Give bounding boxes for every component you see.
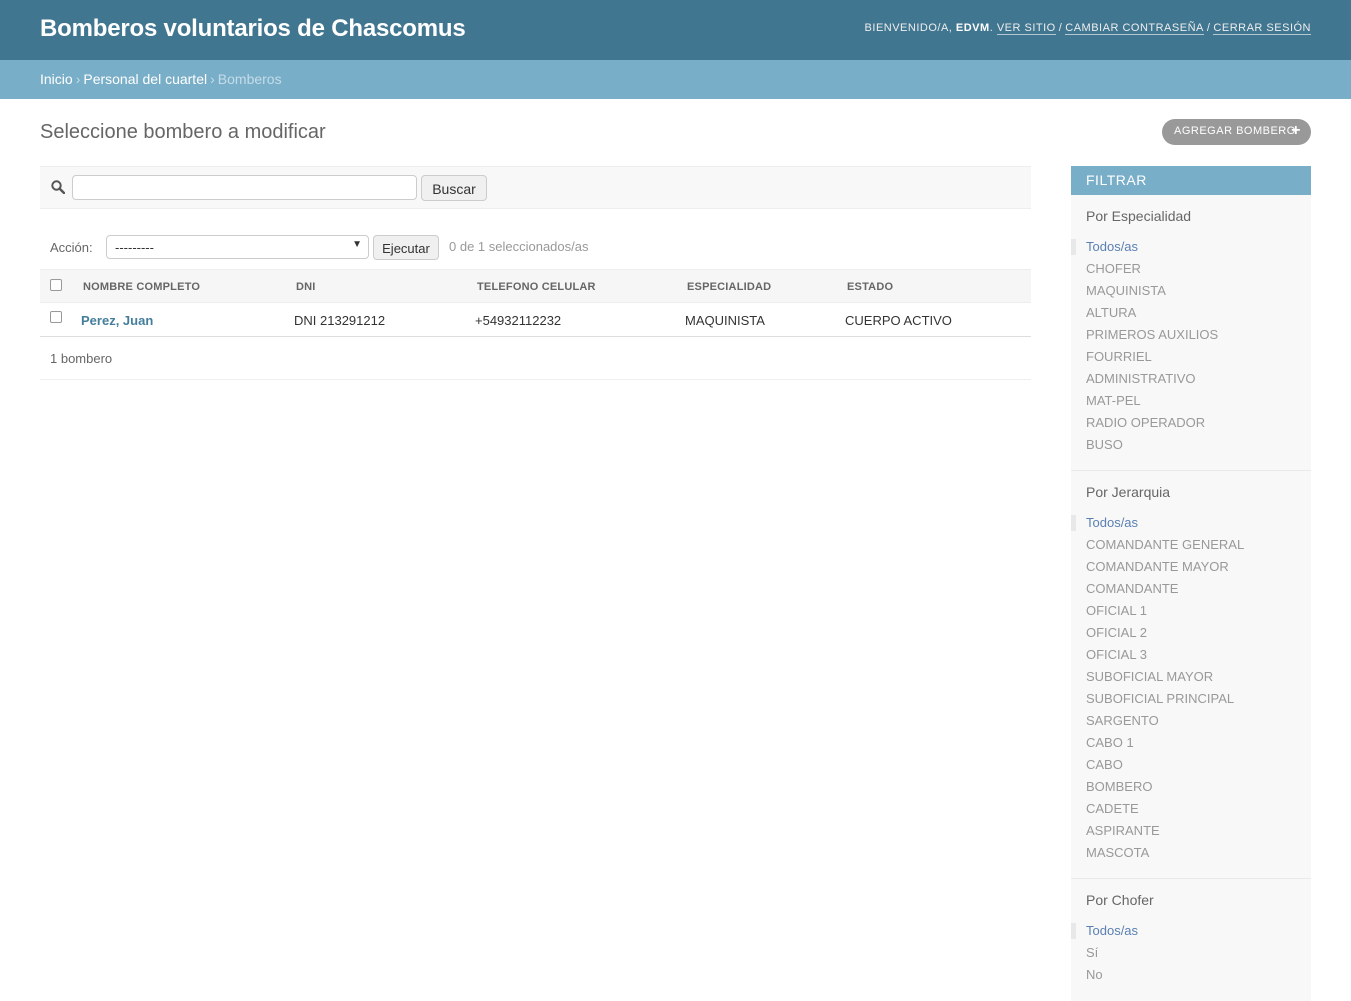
filter-option[interactable]: No bbox=[1086, 964, 1296, 986]
filter-group-title: Por Especialidad bbox=[1086, 208, 1192, 224]
breadcrumb-current: Bomberos bbox=[217, 71, 282, 87]
username: EDVM bbox=[955, 22, 990, 34]
filter-option[interactable]: SUBOFICIAL PRINCIPAL bbox=[1086, 688, 1296, 710]
filter-option[interactable]: SARGENTO bbox=[1086, 710, 1296, 732]
filter-option[interactable]: PRIMEROS AUXILIOS bbox=[1086, 324, 1296, 346]
add-bombero-button[interactable]: AGREGAR BOMBERO + bbox=[1162, 119, 1311, 145]
filter-group-title: Por Chofer bbox=[1086, 892, 1154, 908]
filter-group-chofer: Por Chofer Todos/as Sí No bbox=[1071, 879, 1311, 1000]
filter-option[interactable]: MASCOTA bbox=[1086, 842, 1296, 864]
filter-option[interactable]: COMANDANTE MAYOR bbox=[1086, 556, 1296, 578]
plus-icon: + bbox=[1291, 122, 1301, 139]
filter-option[interactable]: CHOFER bbox=[1086, 258, 1296, 280]
chevron-down-icon: ▼ bbox=[352, 239, 362, 250]
filter-option[interactable]: BOMBERO bbox=[1086, 776, 1296, 798]
action-counter: 0 de 1 seleccionados/as bbox=[449, 239, 589, 254]
user-tools: BIENVENIDO/A, EDVM. VER SITIO / CAMBIAR CO… bbox=[864, 22, 1311, 35]
filter-option[interactable]: CABO bbox=[1086, 754, 1296, 776]
column-header-name[interactable]: NOMBRE COMPLETO bbox=[83, 281, 200, 293]
filter-option[interactable]: COMANDANTE GENERAL bbox=[1086, 534, 1296, 556]
filter-option[interactable]: SUBOFICIAL MAYOR bbox=[1086, 666, 1296, 688]
action-select-value: --------- bbox=[115, 240, 154, 255]
filter-group-especialidad: Por Especialidad Todos/as CHOFER MAQUINI… bbox=[1071, 195, 1311, 471]
row-checkbox[interactable] bbox=[50, 311, 62, 323]
search-button[interactable]: Buscar bbox=[421, 175, 487, 201]
filter-option[interactable]: ASPIRANTE bbox=[1086, 820, 1296, 842]
breadcrumb-app[interactable]: Personal del cuartel bbox=[83, 71, 207, 87]
filter-option[interactable]: RADIO OPERADOR bbox=[1086, 412, 1296, 434]
filter-option[interactable]: OFICIAL 2 bbox=[1086, 622, 1296, 644]
filter-option[interactable]: CADETE bbox=[1086, 798, 1296, 820]
filter-option[interactable]: COMANDANTE bbox=[1086, 578, 1296, 600]
filter-option[interactable]: BUSO bbox=[1086, 434, 1296, 456]
filter-option[interactable]: CABO 1 bbox=[1086, 732, 1296, 754]
cell-name: Perez, Juan bbox=[81, 313, 153, 328]
page-title: Seleccione bombero a modificar bbox=[40, 121, 326, 143]
execute-button[interactable]: Ejecutar bbox=[373, 235, 439, 260]
search-icon bbox=[51, 180, 65, 194]
actions-bar: Acción: --------- ▼ Ejecutar 0 de 1 sele… bbox=[40, 233, 1031, 263]
filter-title: FILTRAR bbox=[1071, 166, 1311, 195]
search-input[interactable] bbox=[72, 175, 417, 200]
change-password-link[interactable]: CAMBIAR CONTRASEÑA bbox=[1065, 22, 1204, 35]
paginator: 1 bombero bbox=[40, 337, 1031, 380]
action-select[interactable]: --------- ▼ bbox=[106, 235, 369, 259]
add-bombero-label: AGREGAR BOMBERO bbox=[1174, 125, 1296, 137]
column-header-status[interactable]: ESTADO bbox=[847, 281, 893, 293]
filter-group-title: Por Jerarquia bbox=[1086, 484, 1171, 500]
filter-option[interactable]: Todos/as bbox=[1071, 920, 1296, 942]
breadcrumb: Inicio › Personal del cuartel › Bomberos bbox=[0, 60, 1351, 99]
column-header-phone[interactable]: TELEFONO CELULAR bbox=[477, 281, 596, 293]
filter-option[interactable]: OFICIAL 1 bbox=[1086, 600, 1296, 622]
bombero-link[interactable]: Perez, Juan bbox=[81, 313, 153, 328]
search-toolbar: Buscar bbox=[40, 166, 1031, 209]
column-header-specialty[interactable]: ESPECIALIDAD bbox=[687, 281, 771, 293]
filter-group-jerarquia: Por Jerarquia Todos/as COMANDANTE GENERA… bbox=[1071, 471, 1311, 879]
view-site-link[interactable]: VER SITIO bbox=[996, 22, 1056, 35]
table-row: Perez, Juan DNI 213291212 +54932112232 M… bbox=[40, 303, 1031, 337]
table-header: NOMBRE COMPLETO DNI TELEFONO CELULAR ESP… bbox=[40, 269, 1031, 303]
header: Bomberos voluntarios de Chascomus BIENVE… bbox=[0, 0, 1351, 60]
result-table: NOMBRE COMPLETO DNI TELEFONO CELULAR ESP… bbox=[40, 269, 1031, 337]
site-name[interactable]: Bomberos voluntarios de Chascomus bbox=[40, 15, 466, 43]
filter-option[interactable]: Todos/as bbox=[1071, 236, 1296, 258]
filter-option[interactable]: OFICIAL 3 bbox=[1086, 644, 1296, 666]
filter-sidebar: FILTRAR Por Especialidad Todos/as CHOFER… bbox=[1071, 166, 1311, 1001]
cell-status: CUERPO ACTIVO bbox=[845, 313, 952, 328]
cell-phone: +54932112232 bbox=[475, 313, 562, 328]
breadcrumb-home[interactable]: Inicio bbox=[40, 71, 73, 87]
action-label: Acción: bbox=[50, 240, 93, 255]
column-header-dni[interactable]: DNI bbox=[296, 281, 316, 293]
cell-specialty: MAQUINISTA bbox=[685, 313, 765, 328]
logout-link[interactable]: CERRAR SESIÓN bbox=[1213, 22, 1311, 35]
filter-option[interactable]: ALTURA bbox=[1086, 302, 1296, 324]
welcome-text: BIENVENIDO/A, bbox=[864, 22, 953, 34]
filter-option[interactable]: MAT-PEL bbox=[1086, 390, 1296, 412]
filter-option[interactable]: Sí bbox=[1086, 942, 1296, 964]
filter-option[interactable]: FOURRIEL bbox=[1086, 346, 1296, 368]
select-all-checkbox[interactable] bbox=[50, 279, 62, 291]
cell-dni: DNI 213291212 bbox=[294, 313, 386, 328]
filter-option[interactable]: MAQUINISTA bbox=[1086, 280, 1296, 302]
filter-option[interactable]: ADMINISTRATIVO bbox=[1086, 368, 1296, 390]
filter-option[interactable]: Todos/as bbox=[1071, 512, 1296, 534]
